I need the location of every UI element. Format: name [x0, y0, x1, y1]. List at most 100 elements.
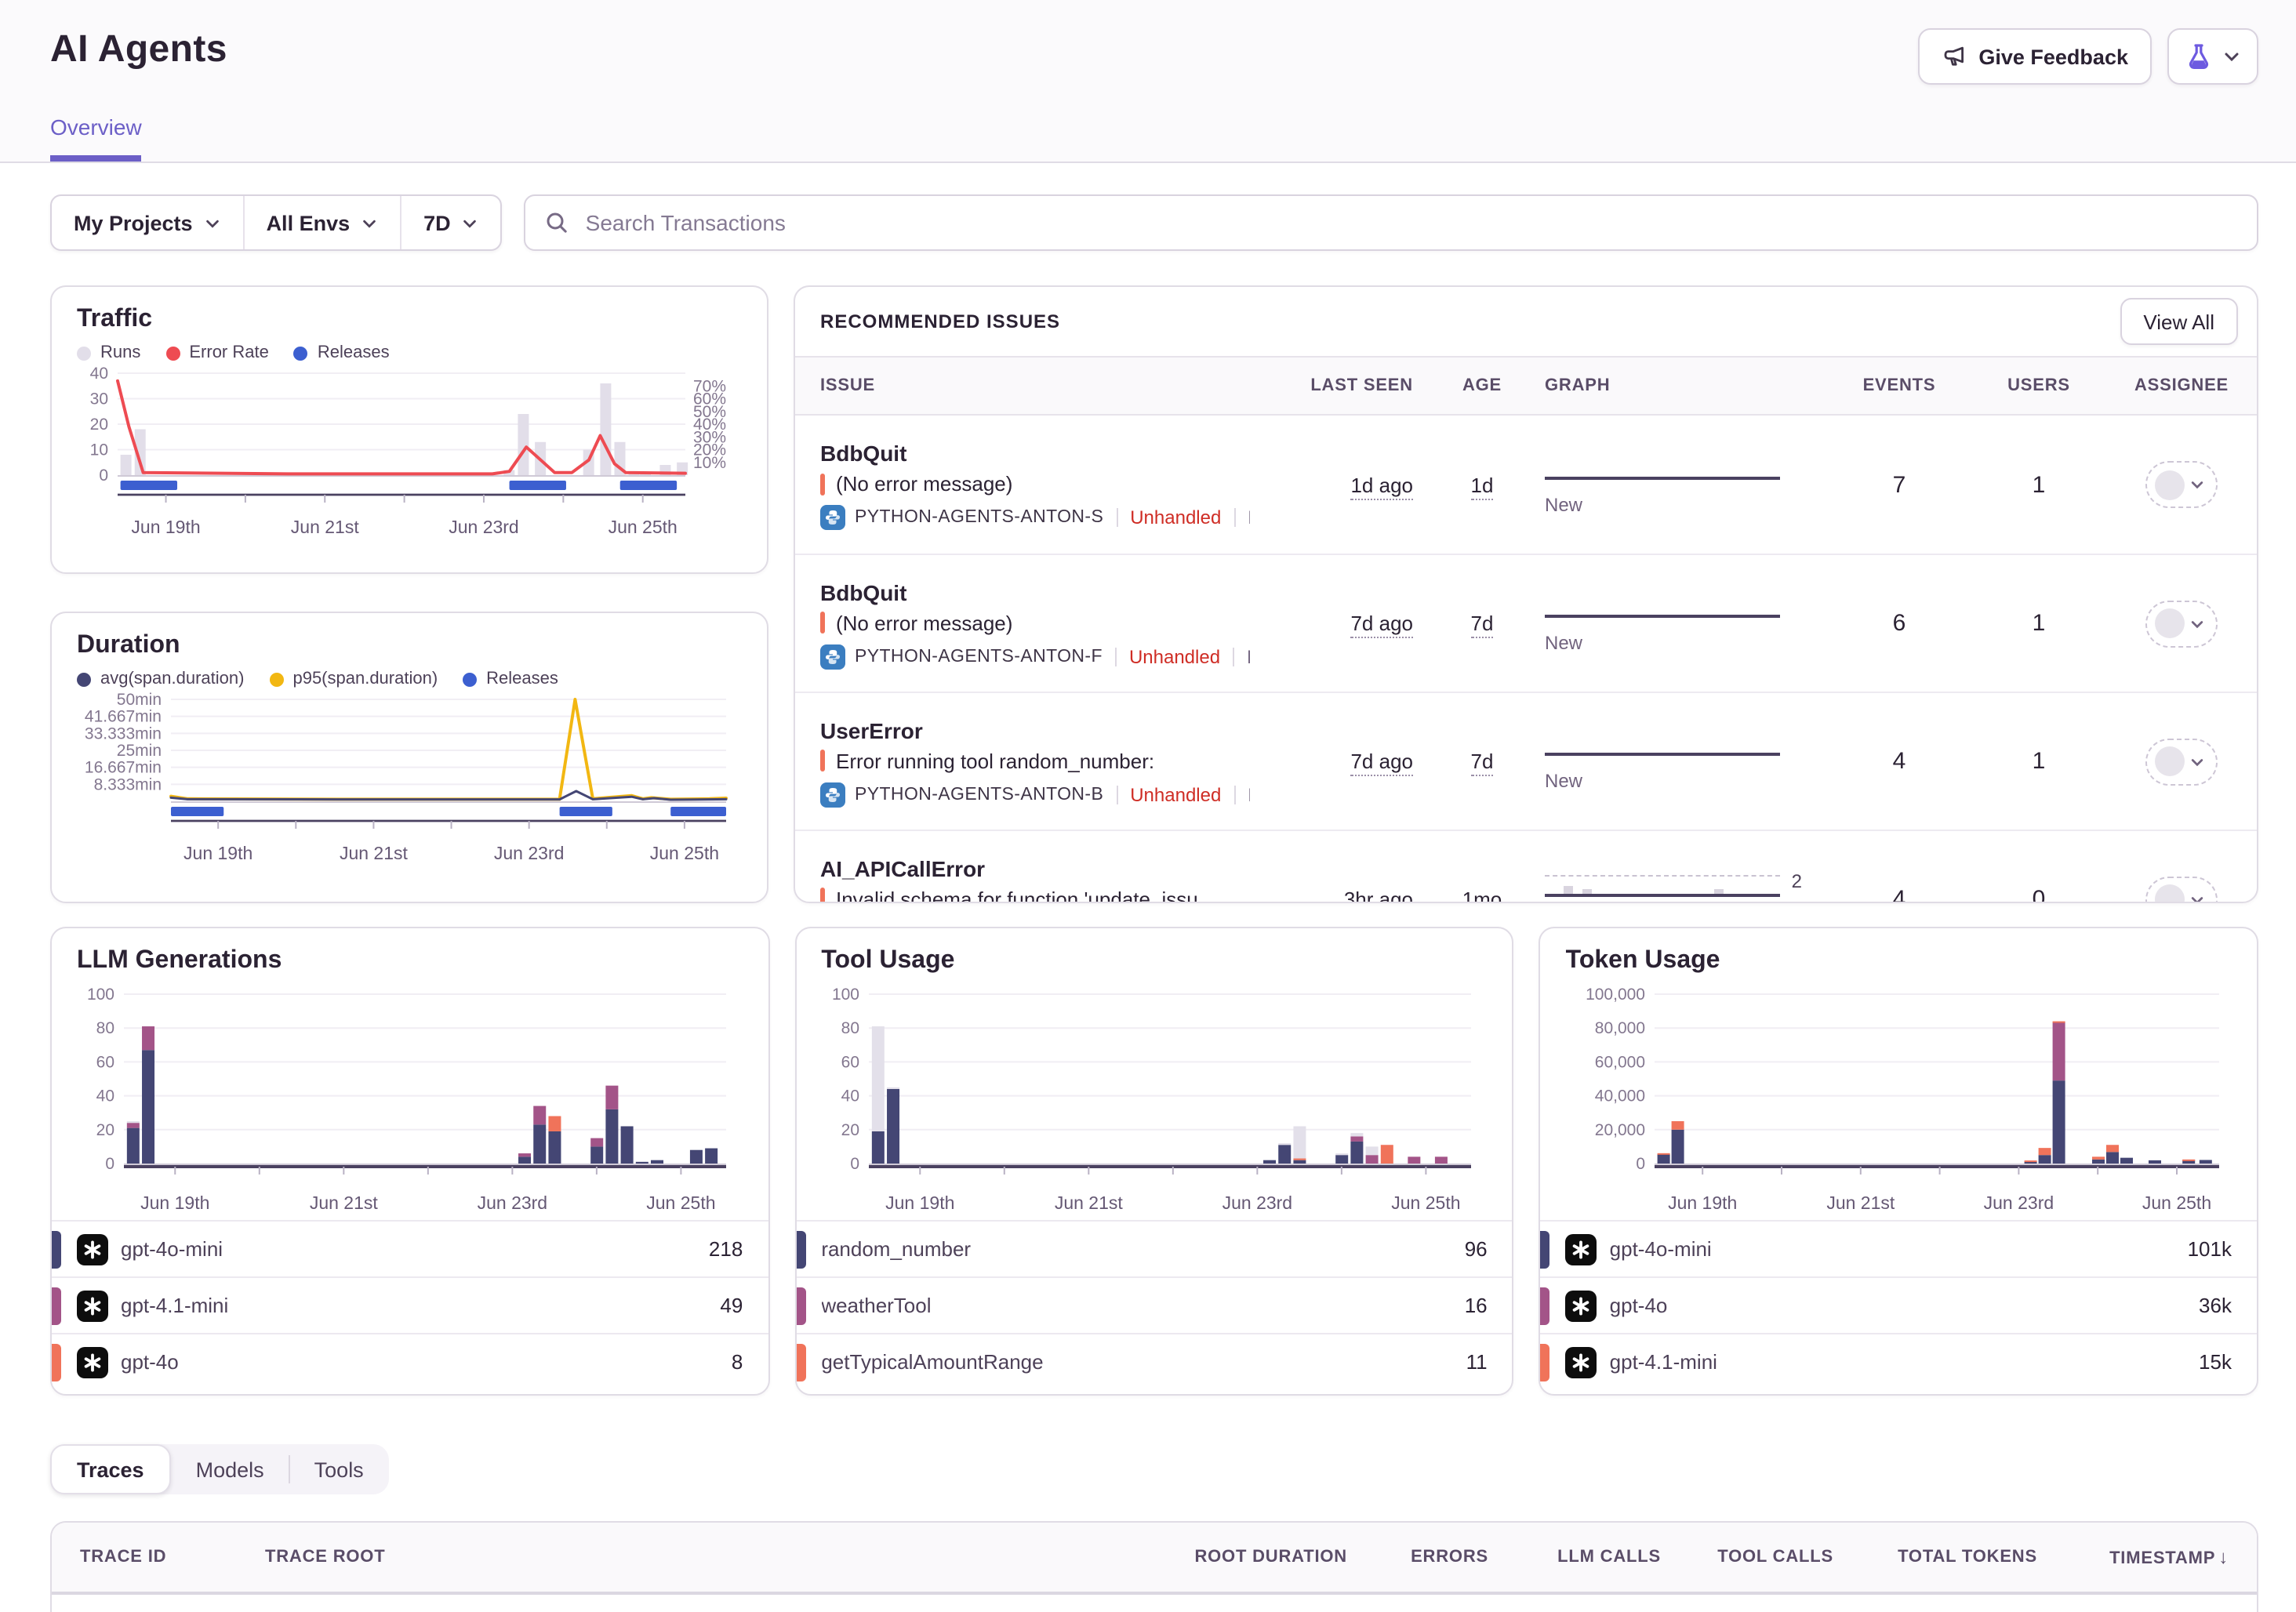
series-color-chip: [796, 1230, 805, 1268]
events-count: 4: [1827, 748, 1971, 775]
page-tabs: Overview: [50, 114, 142, 162]
legend-item[interactable]: avg(span.duration): [77, 670, 244, 688]
date-range-filter[interactable]: 7D: [400, 196, 501, 249]
search-box: [525, 194, 2258, 251]
legend-item[interactable]: p95(span.duration): [269, 670, 438, 688]
svg-text:0: 0: [850, 1155, 859, 1173]
users-count: 0: [1971, 886, 2106, 902]
issue-message: (No error message): [836, 611, 1012, 634]
series-label: weatherTool: [821, 1294, 1464, 1317]
trace-col-total-tokens[interactable]: TOTAL TOKENS: [1849, 1548, 2053, 1567]
legend-item[interactable]: Releases: [294, 343, 390, 362]
svg-text:Jun 19th: Jun 19th: [131, 517, 200, 537]
assignee-dropdown[interactable]: [2145, 738, 2218, 785]
series-color-chip: [1541, 1343, 1550, 1381]
issue-title[interactable]: BdbQuit: [820, 439, 1250, 467]
trace-col-timestamp[interactable]: TIMESTAMP↓: [2053, 1546, 2244, 1568]
legend-row[interactable]: getTypicalAmountRange11: [796, 1333, 1512, 1389]
issue-row[interactable]: UserError Error running tool random_numb…: [795, 692, 2257, 830]
legend-row[interactable]: gpt-4o-mini218: [52, 1220, 768, 1276]
svg-text:Jun 21st: Jun 21st: [291, 517, 360, 537]
legend-dot: [294, 346, 308, 360]
svg-text:Jun 19th: Jun 19th: [1667, 1193, 1736, 1213]
legend-row[interactable]: gpt-4o36k: [1541, 1276, 2257, 1333]
legend-row[interactable]: gpt-4.1-mini49: [52, 1276, 768, 1333]
issue-row[interactable]: BdbQuit (No error message) PYTHON-AGENTS…: [795, 416, 2257, 554]
legend-row[interactable]: gpt-4o-mini101k: [1541, 1220, 2257, 1276]
issues-panel-title: RECOMMENDED ISSUES: [820, 310, 1060, 332]
issue-row[interactable]: BdbQuit (No error message) PYTHON-AGENTS…: [795, 554, 2257, 692]
age-value: 7d: [1471, 612, 1494, 638]
assignee-dropdown[interactable]: [2145, 600, 2218, 647]
svg-text:40: 40: [90, 365, 108, 383]
svg-text:100: 100: [88, 986, 115, 1004]
avatar: [2155, 470, 2185, 499]
token-usage-legend: gpt-4o-mini101kgpt-4o36kgpt-4.1-mini15k: [1541, 1220, 2257, 1389]
openai-icon: [77, 1233, 108, 1265]
view-all-button[interactable]: View All: [2120, 298, 2238, 345]
series-value: 218: [709, 1237, 743, 1261]
tool-usage-chart: 020406080100Jun 19thJun 21stJun 23rdJun …: [822, 982, 1487, 1217]
trace-col-trace-id[interactable]: TRACE ID: [64, 1548, 249, 1567]
svg-text:20,000: 20,000: [1594, 1121, 1644, 1139]
search-transactions-input[interactable]: [526, 196, 2257, 249]
issue-title[interactable]: UserError: [820, 716, 1250, 744]
assignee-dropdown[interactable]: [2145, 461, 2218, 508]
trace-col-llm-calls[interactable]: LLM CALLS: [1504, 1548, 1677, 1567]
trace-col-root-duration[interactable]: ROOT DURATION: [1159, 1548, 1363, 1567]
assignee-dropdown[interactable]: [2145, 876, 2218, 902]
legend-row[interactable]: weatherTool16: [796, 1276, 1512, 1333]
tab-tools[interactable]: Tools: [289, 1444, 389, 1494]
chevron-down-icon: [2189, 891, 2205, 902]
svg-text:8.333min: 8.333min: [94, 775, 162, 793]
trace-col-trace-root[interactable]: TRACE ROOT: [249, 1548, 1159, 1567]
issue-title[interactable]: AI_APICallError: [820, 854, 1250, 882]
give-feedback-button[interactable]: Give Feedback: [1917, 28, 2152, 85]
svg-text:Jun 21st: Jun 21st: [310, 1193, 379, 1213]
sort-desc-icon: ↓: [2218, 1546, 2229, 1568]
legend-row[interactable]: random_number96: [796, 1220, 1512, 1276]
duration-panel: Duration avg(span.duration)p95(span.dura…: [50, 612, 768, 903]
series-label: gpt-4o-mini: [121, 1237, 709, 1261]
series-label: getTypicalAmountRange: [821, 1350, 1466, 1374]
series-value: 8: [732, 1350, 743, 1374]
trace-col-tool-calls[interactable]: TOOL CALLS: [1677, 1548, 1849, 1567]
tab-models[interactable]: Models: [171, 1444, 289, 1494]
legend-dot: [77, 346, 91, 360]
legend-label: Releases: [318, 343, 390, 362]
series-value: 36k: [2199, 1294, 2232, 1317]
legend-item[interactable]: Runs: [77, 343, 140, 362]
legend-item[interactable]: Error Rate: [165, 343, 269, 362]
legend-row[interactable]: gpt-4o8: [52, 1333, 768, 1389]
environments-filter[interactable]: All Envs: [243, 196, 401, 249]
series-value: 16: [1465, 1294, 1488, 1317]
project-icon: [820, 505, 845, 530]
tab-traces[interactable]: Traces: [50, 1444, 171, 1494]
svg-text:70%: 70%: [693, 377, 726, 395]
issue-title[interactable]: BdbQuit: [820, 578, 1250, 606]
svg-text:100,000: 100,000: [1585, 986, 1644, 1004]
tab-overview[interactable]: Overview: [50, 114, 142, 162]
series-label: gpt-4o: [121, 1350, 732, 1374]
issue-graph: New: [1529, 731, 1827, 792]
project-slug: PYTHON-AGENTS-ANTON-B: [855, 785, 1103, 804]
trace-col-errors[interactable]: ERRORS: [1363, 1548, 1504, 1567]
issue-row[interactable]: AI_APICallError Invalid schema for funct…: [795, 830, 2257, 902]
svg-text:25min: 25min: [117, 742, 162, 760]
events-count: 7: [1827, 471, 1971, 498]
error-level-bar: [820, 888, 825, 902]
lab-features-button[interactable]: [2167, 28, 2258, 85]
svg-text:60: 60: [841, 1053, 859, 1071]
legend-row[interactable]: gpt-4.1-mini15k: [1541, 1333, 2257, 1389]
llm-generations-title: LLM Generations: [77, 947, 743, 975]
users-count: 1: [1971, 748, 2106, 775]
traces-models-tools-tabs: Traces Models Tools: [50, 1444, 389, 1494]
legend-dot: [463, 672, 477, 686]
svg-text:Jun 21st: Jun 21st: [1826, 1193, 1895, 1213]
legend-item[interactable]: Releases: [463, 670, 558, 688]
projects-filter[interactable]: My Projects: [52, 196, 243, 249]
legend-dot: [165, 346, 180, 360]
openai-icon: [77, 1290, 108, 1321]
openai-icon: [1566, 1346, 1597, 1378]
divider: [1116, 785, 1117, 804]
